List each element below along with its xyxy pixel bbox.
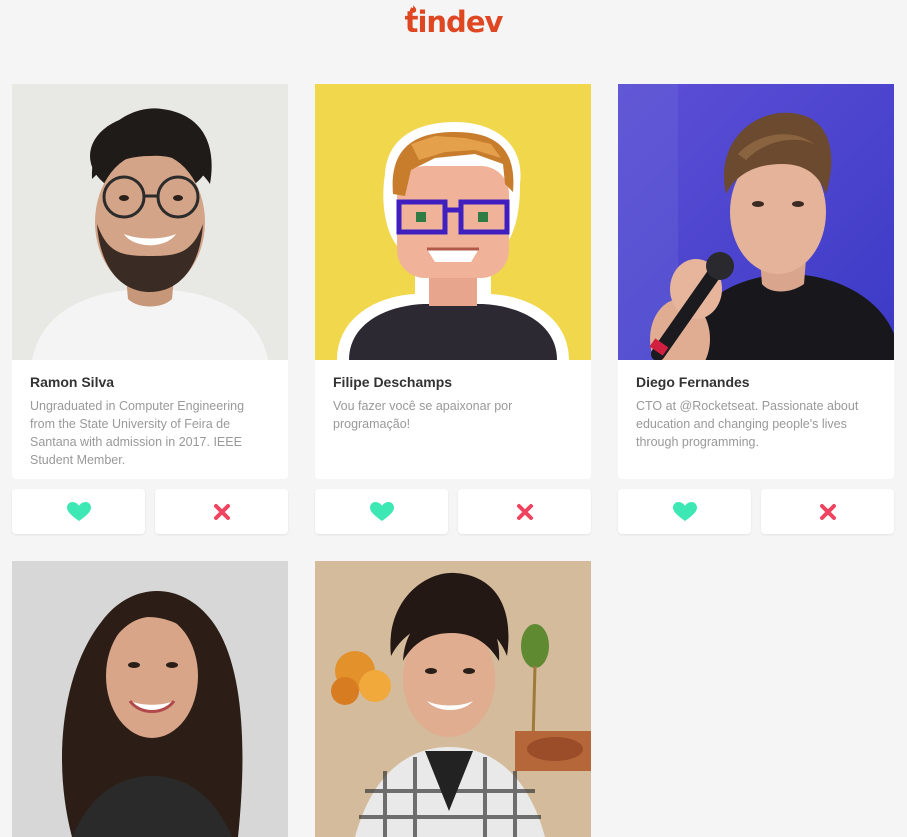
dev-bio: Ungraduated in Computer Engineering from… <box>30 399 245 467</box>
heart-icon <box>672 501 697 521</box>
avatar-pixel-art <box>315 84 591 360</box>
card-actions <box>12 489 288 534</box>
dev-card: Ramon Silva Ungraduated in Computer Engi… <box>12 84 288 534</box>
dev-info: Diego Fernandes CTO at @Rocketseat. Pass… <box>618 360 894 479</box>
heart-icon <box>66 501 91 521</box>
avatar-photo <box>315 561 591 837</box>
avatar-photo <box>12 84 288 360</box>
like-button[interactable] <box>618 489 751 534</box>
dislike-button[interactable] <box>761 489 894 534</box>
card-actions <box>315 489 591 534</box>
dev-info: Filipe Deschamps Vou fazer você se apaix… <box>315 360 591 479</box>
avatar <box>12 84 288 360</box>
dev-info: Ramon Silva Ungraduated in Computer Engi… <box>12 360 288 479</box>
heart-icon <box>369 501 394 521</box>
dev-name: Ramon Silva <box>30 374 115 390</box>
close-icon <box>516 503 533 520</box>
close-icon <box>819 503 836 520</box>
app-header: tindev <box>0 2 907 42</box>
avatar-photo <box>12 561 288 837</box>
dislike-button[interactable] <box>155 489 288 534</box>
tindev-logo[interactable]: tindev <box>405 2 503 42</box>
dev-bio: CTO at @Rocketseat. Passionate about edu… <box>636 399 859 449</box>
close-icon <box>213 503 230 520</box>
dev-name: Filipe Deschamps <box>333 374 453 390</box>
like-button[interactable] <box>315 489 448 534</box>
dislike-button[interactable] <box>458 489 591 534</box>
avatar <box>315 84 591 360</box>
avatar-photo <box>618 84 894 360</box>
dev-card <box>315 561 591 837</box>
avatar <box>12 561 288 837</box>
avatar <box>618 84 894 360</box>
avatar <box>315 561 591 837</box>
dev-bio: Vou fazer você se apaixonar por programa… <box>333 399 513 431</box>
dev-card: Diego Fernandes CTO at @Rocketseat. Pass… <box>618 84 894 534</box>
dev-card: Filipe Deschamps Vou fazer você se apaix… <box>315 84 591 534</box>
card-actions <box>618 489 894 534</box>
logo-wordmark: tindev <box>404 5 504 39</box>
like-button[interactable] <box>12 489 145 534</box>
developer-list: Ramon Silva Ungraduated in Computer Engi… <box>12 84 894 837</box>
dev-name: Diego Fernandes <box>636 374 750 390</box>
flame-icon <box>409 5 416 13</box>
dev-card <box>12 561 288 837</box>
